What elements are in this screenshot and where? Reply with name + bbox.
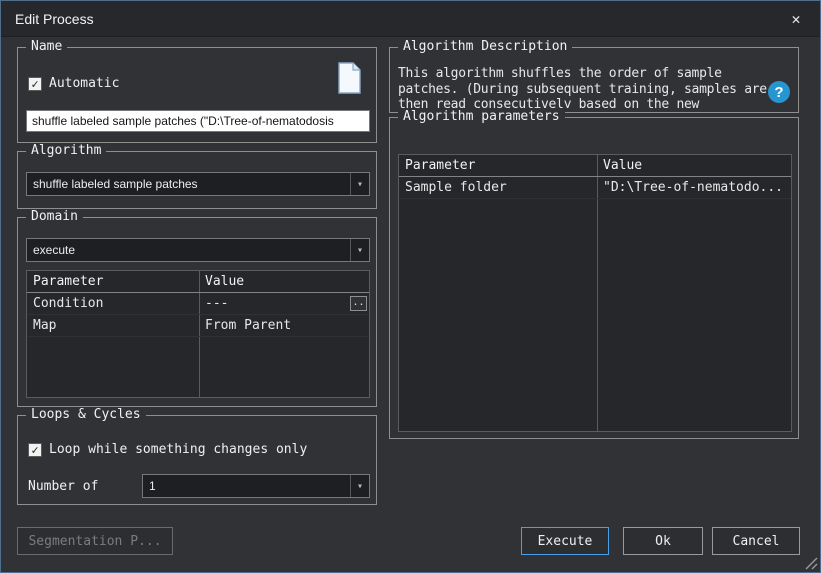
domain-table-header: Parameter Value	[27, 271, 369, 293]
row-parameter: Condition	[27, 296, 199, 311]
parameters-table-header: Parameter Value	[399, 155, 791, 177]
execute-button[interactable]: Execute	[521, 527, 609, 555]
row-value: ---	[199, 296, 369, 311]
algorithm-group-label: Algorithm	[26, 143, 106, 158]
chevron-down-icon: ▾	[350, 239, 369, 261]
title-bar[interactable]: Edit Process ✕	[1, 1, 820, 37]
algorithm-description-group: Algorithm Description This algorithm shu…	[389, 47, 799, 113]
header-value: Value	[597, 158, 791, 173]
loop-while-label: Loop while something changes only	[49, 442, 307, 457]
domain-group-label: Domain	[26, 209, 83, 224]
domain-select-value: execute	[27, 239, 350, 261]
name-input[interactable]: shuffle labeled sample patches ("D:\Tree…	[26, 110, 370, 132]
browse-button[interactable]: ..	[350, 296, 367, 311]
loop-checkbox-row: ✓ Loop while something changes only	[28, 442, 307, 457]
row-parameter: Map	[27, 318, 199, 333]
domain-group: Domain execute ▾ Parameter Value Conditi…	[17, 217, 377, 407]
chevron-down-icon: ▾	[350, 475, 369, 497]
cancel-button[interactable]: Cancel	[712, 527, 800, 555]
automatic-label: Automatic	[49, 76, 119, 91]
automatic-checkbox-row: ✓ Automatic	[28, 76, 119, 91]
new-document-icon[interactable]	[336, 62, 362, 98]
domain-table: Parameter Value Condition --- .. Map Fro…	[26, 270, 370, 398]
number-of-label: Number of	[28, 479, 98, 494]
name-group: Name ✓ Automatic shuffle labeled sample …	[17, 47, 377, 143]
resize-grip[interactable]	[803, 555, 818, 570]
header-value: Value	[199, 274, 369, 289]
name-group-label: Name	[26, 39, 67, 54]
algorithm-select[interactable]: shuffle labeled sample patches ▾	[26, 172, 370, 196]
algorithm-description-label: Algorithm Description	[398, 39, 572, 54]
table-row[interactable]: Condition --- ..	[27, 293, 369, 315]
table-row[interactable]: Map From Parent	[27, 315, 369, 337]
row-value: "D:\Tree-of-nematodo...	[597, 180, 791, 195]
algorithm-select-value: shuffle labeled sample patches	[27, 173, 350, 195]
loops-cycles-group: Loops & Cycles ✓ Loop while something ch…	[17, 415, 377, 505]
check-icon: ✓	[31, 78, 38, 90]
chevron-down-icon: ▾	[350, 173, 369, 195]
automatic-checkbox[interactable]: ✓	[28, 77, 42, 91]
segmentation-button: Segmentation P...	[17, 527, 173, 555]
loop-while-checkbox[interactable]: ✓	[28, 443, 42, 457]
algorithm-group: Algorithm shuffle labeled sample patches…	[17, 151, 377, 209]
window-title: Edit Process	[15, 11, 94, 27]
algorithm-parameters-label: Algorithm parameters	[398, 109, 565, 124]
number-of-value: 1	[143, 475, 350, 497]
algorithm-description-text: This algorithm shuffles the order of sam…	[398, 66, 770, 108]
header-parameter: Parameter	[399, 158, 597, 173]
help-icon[interactable]: ?	[768, 81, 790, 103]
number-of-select[interactable]: 1 ▾	[142, 474, 370, 498]
ok-button[interactable]: Ok	[623, 527, 703, 555]
edit-process-dialog: Edit Process ✕ Name ✓ Automatic shuffle …	[0, 0, 821, 573]
header-parameter: Parameter	[27, 274, 199, 289]
row-value: From Parent	[199, 318, 369, 333]
loops-cycles-group-label: Loops & Cycles	[26, 407, 146, 422]
table-row[interactable]: Sample folder "D:\Tree-of-nematodo...	[399, 177, 791, 199]
domain-select[interactable]: execute ▾	[26, 238, 370, 262]
parameters-table: Parameter Value Sample folder "D:\Tree-o…	[398, 154, 792, 432]
check-icon: ✓	[31, 444, 38, 456]
algorithm-parameters-group: Algorithm parameters Parameter Value Sam…	[389, 117, 799, 439]
close-icon[interactable]: ✕	[786, 9, 806, 29]
row-parameter: Sample folder	[399, 180, 597, 195]
